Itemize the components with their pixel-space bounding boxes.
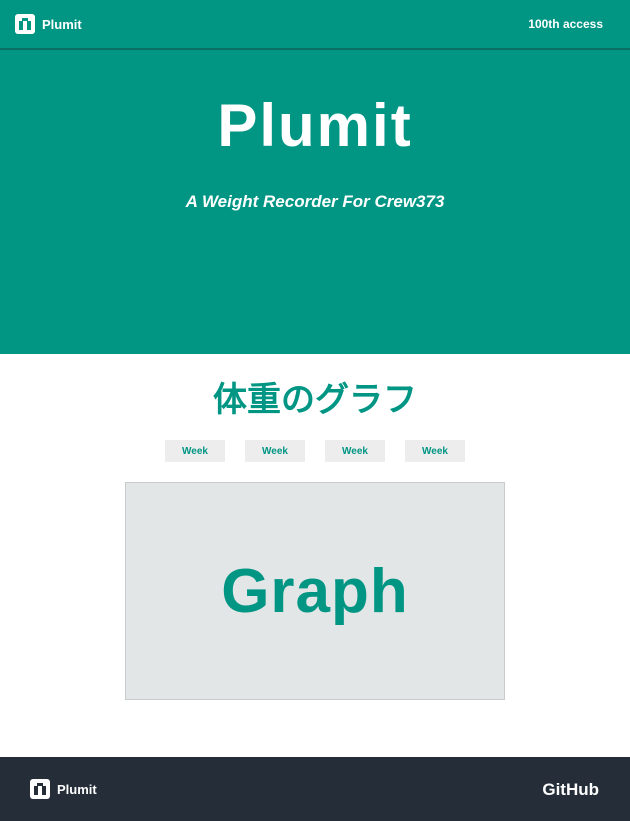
- navbar-brand-link[interactable]: Plumit: [15, 14, 82, 34]
- hero-title: Plumit: [217, 92, 413, 159]
- footer: Plumit GitHub: [0, 757, 630, 821]
- navbar-brand-label: Plumit: [42, 16, 82, 32]
- top-navbar: Plumit 100th access: [0, 0, 630, 50]
- tab-week-3[interactable]: Week: [325, 440, 385, 462]
- graph-label: Graph: [221, 556, 409, 626]
- tab-week-4[interactable]: Week: [405, 440, 465, 462]
- access-counter: 100th access: [528, 17, 603, 31]
- section-title: 体重のグラフ: [213, 380, 417, 420]
- hero-banner: Plumit A Weight Recorder For Crew373: [0, 50, 630, 354]
- github-link[interactable]: GitHub: [542, 780, 599, 800]
- hero-subtitle: A Weight Recorder For Crew373: [185, 192, 445, 211]
- scale-icon: [15, 14, 35, 34]
- footer-brand-label: Plumit: [57, 781, 97, 797]
- tab-week-1[interactable]: Week: [165, 440, 225, 462]
- footer-brand-link[interactable]: Plumit: [30, 779, 97, 799]
- scale-icon: [30, 779, 50, 799]
- tab-week-2[interactable]: Week: [245, 440, 305, 462]
- period-tabs: Week Week Week Week: [165, 440, 465, 462]
- graph-placeholder: Graph: [125, 482, 505, 700]
